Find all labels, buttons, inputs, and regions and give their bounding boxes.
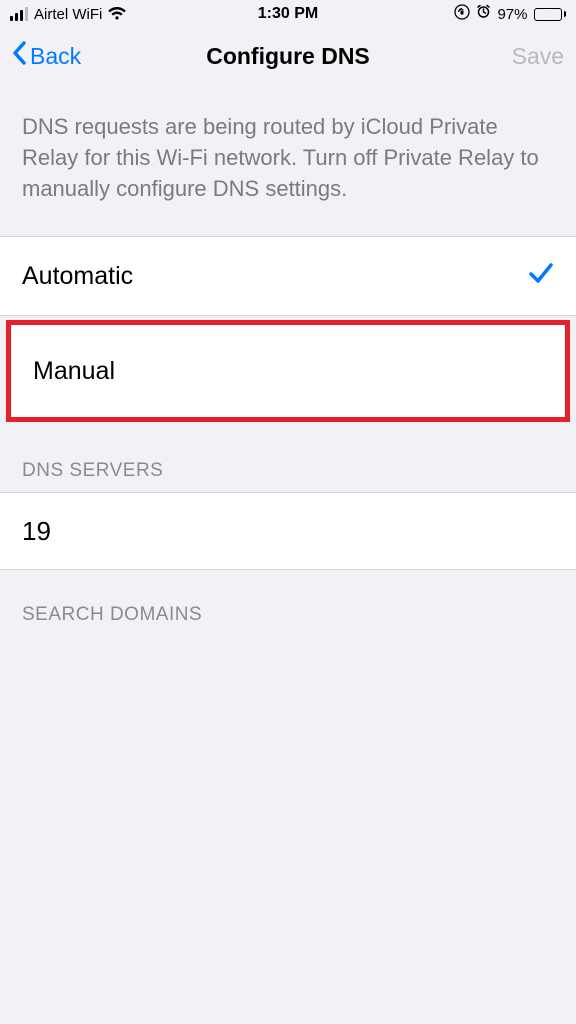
battery-percent: 97% [497,6,527,23]
battery-icon [534,8,567,21]
relay-description: DNS requests are being routed by iCloud … [0,84,576,222]
save-button[interactable]: Save [512,43,564,70]
alarm-icon [476,4,491,24]
wifi-icon [108,7,126,21]
option-manual-label: Manual [33,357,115,386]
option-manual-highlight: Manual [6,320,570,422]
option-automatic[interactable]: Automatic [0,237,576,315]
back-label: Back [30,43,81,70]
nav-bar: Back Configure DNS Save [0,28,576,84]
dns-mode-group: Automatic [0,236,576,316]
status-left: Airtel WiFi [10,6,126,23]
dns-servers-header: DNS SERVERS [0,426,576,492]
dns-server-value: 19 [22,516,51,547]
status-right: 97% [454,4,566,25]
checkmark-icon [528,260,554,293]
chevron-left-icon [12,41,28,71]
carrier-label: Airtel WiFi [34,6,102,23]
status-bar: Airtel WiFi 1:30 PM 97% [0,0,576,28]
page-title: Configure DNS [0,43,576,70]
back-button[interactable]: Back [12,41,81,71]
rotation-lock-icon [454,4,470,25]
option-manual[interactable]: Manual [11,325,565,417]
search-domains-header: SEARCH DOMAINS [0,570,576,636]
signal-icon [10,7,28,21]
dns-server-row[interactable]: 19 [0,492,576,570]
option-automatic-label: Automatic [22,262,133,291]
